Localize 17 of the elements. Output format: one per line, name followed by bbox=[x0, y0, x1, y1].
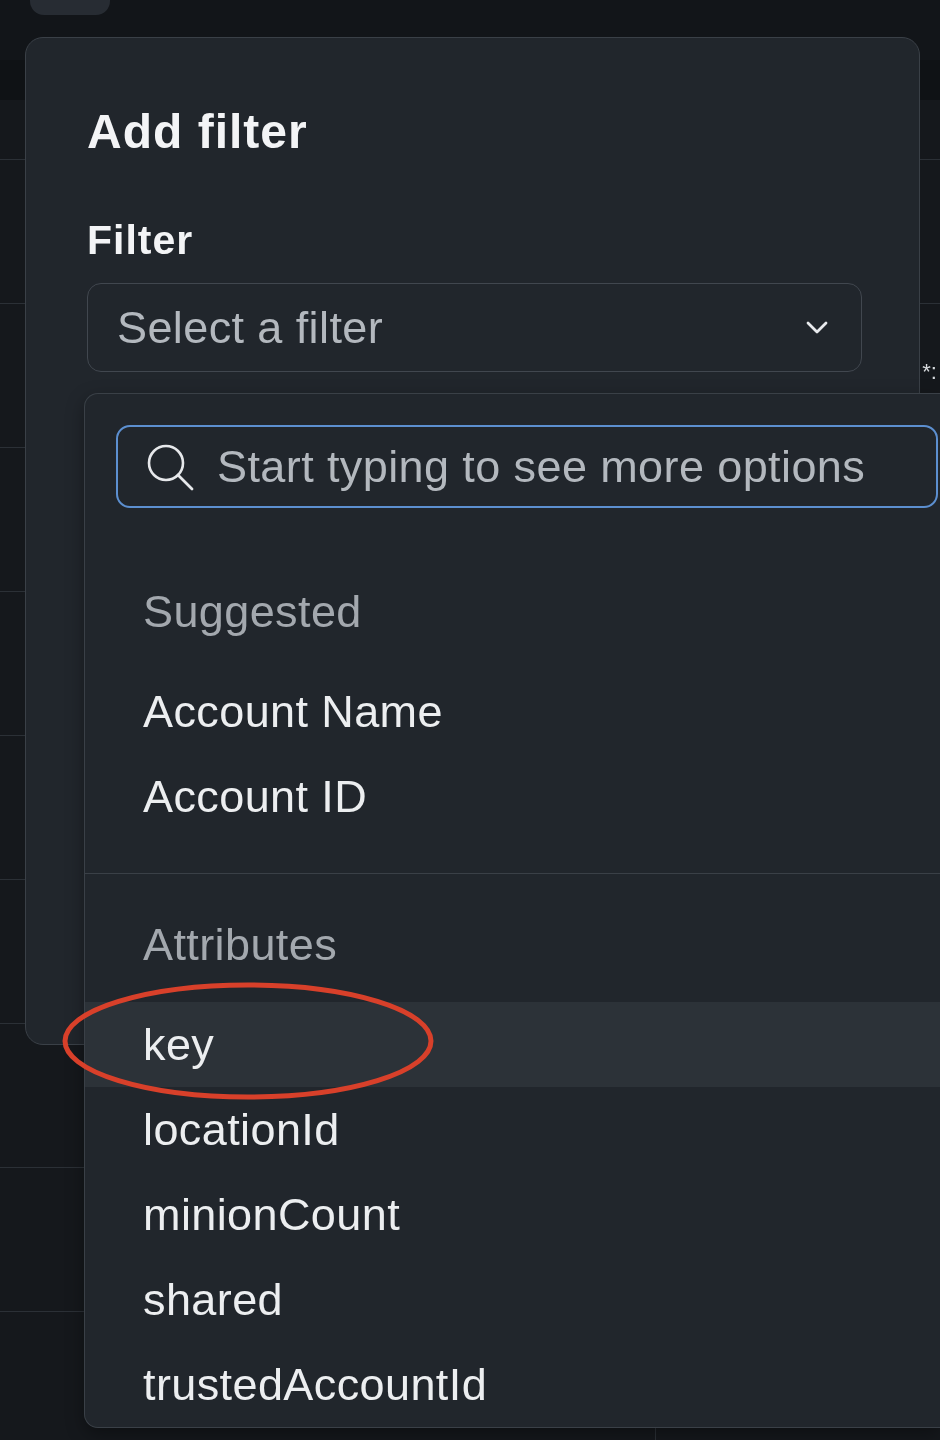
search-field[interactable]: Start typing to see more options bbox=[116, 425, 938, 508]
search-icon bbox=[146, 442, 194, 491]
field-label: Filter bbox=[87, 216, 194, 265]
section-heading: Suggested bbox=[142, 585, 362, 639]
section-heading: Attributes bbox=[142, 918, 338, 972]
dropdown-option[interactable]: Account ID bbox=[85, 754, 940, 839]
toolbar-button[interactable] bbox=[30, 0, 110, 15]
dropdown-option[interactable]: locationId bbox=[85, 1087, 940, 1172]
chevron-down-icon bbox=[806, 321, 828, 334]
dropdown-option[interactable]: shared bbox=[85, 1257, 940, 1342]
dialog-title: Add filter bbox=[87, 104, 308, 160]
filter-select[interactable]: Select a filter bbox=[87, 283, 862, 372]
dropdown-option[interactable]: minionCount bbox=[85, 1172, 940, 1257]
background-text: *: bbox=[922, 360, 938, 384]
dropdown-option[interactable]: trustedAccountId bbox=[85, 1342, 940, 1427]
dropdown-option[interactable]: key bbox=[85, 1002, 940, 1087]
dropdown-option[interactable]: Account Name bbox=[85, 669, 940, 754]
